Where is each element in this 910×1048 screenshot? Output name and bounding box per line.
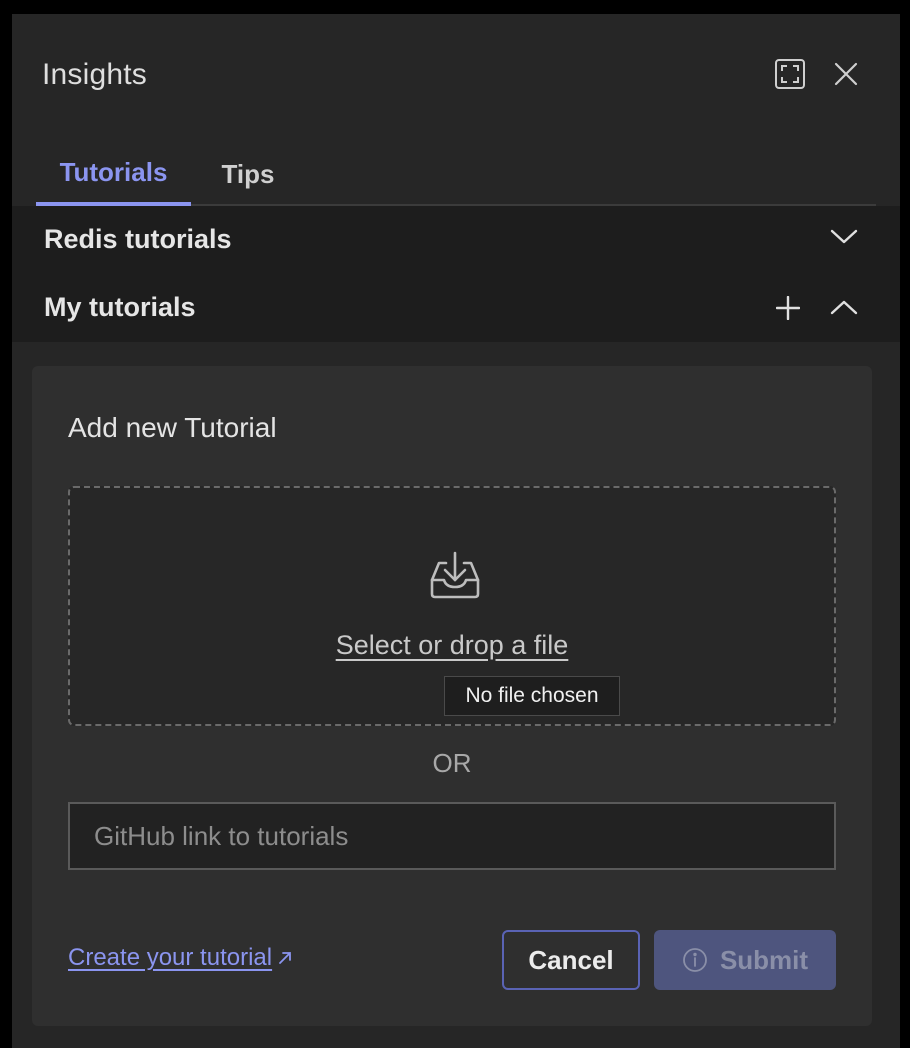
- chevron-up-icon: [830, 300, 858, 315]
- add-tutorial-button[interactable]: [772, 292, 804, 324]
- file-status-tooltip: No file chosen: [444, 676, 620, 716]
- close-button[interactable]: [830, 58, 862, 90]
- external-link-icon: [279, 952, 291, 964]
- create-tutorial-label: Create your tutorial: [68, 944, 273, 971]
- submit-label: Submit: [719, 944, 809, 975]
- plus-icon: [776, 296, 800, 320]
- section-my-tutorials[interactable]: My tutorials: [12, 272, 900, 342]
- tab-bar: Tutorials Tips: [36, 142, 876, 206]
- file-dropzone[interactable]: Select or drop a file No file chosen: [68, 486, 836, 726]
- panel-header: Insights: [12, 14, 900, 134]
- form-title: Add new Tutorial: [68, 412, 277, 443]
- fullscreen-icon: [775, 59, 805, 89]
- section-label: Redis tutorials: [44, 224, 232, 254]
- github-link-input[interactable]: [68, 802, 836, 870]
- tab-tips[interactable]: Tips: [202, 142, 294, 206]
- chevron-down-icon: [830, 229, 858, 244]
- panel-title: Insights: [42, 58, 147, 91]
- expand-toggle[interactable]: [828, 220, 860, 252]
- upload-tray-icon: [428, 550, 482, 600]
- or-divider: OR: [432, 748, 472, 778]
- insights-panel: Insights Tutorials Tips Redis tutorials …: [12, 14, 900, 1048]
- tab-tutorials[interactable]: Tutorials: [36, 142, 191, 206]
- info-icon: [683, 948, 707, 972]
- collapse-toggle[interactable]: [828, 292, 860, 324]
- section-label: My tutorials: [44, 292, 196, 322]
- add-tutorial-form: Add new Tutorial Select or drop a file N…: [32, 366, 872, 1026]
- cancel-button[interactable]: Cancel: [502, 930, 640, 990]
- close-icon: [834, 62, 858, 86]
- select-file-link[interactable]: Select or drop a file: [70, 630, 834, 661]
- submit-button[interactable]: Submit: [654, 930, 836, 990]
- section-redis-tutorials[interactable]: Redis tutorials: [12, 206, 900, 272]
- fullscreen-button[interactable]: [772, 56, 808, 92]
- create-tutorial-link[interactable]: Create your tutorial: [68, 944, 292, 972]
